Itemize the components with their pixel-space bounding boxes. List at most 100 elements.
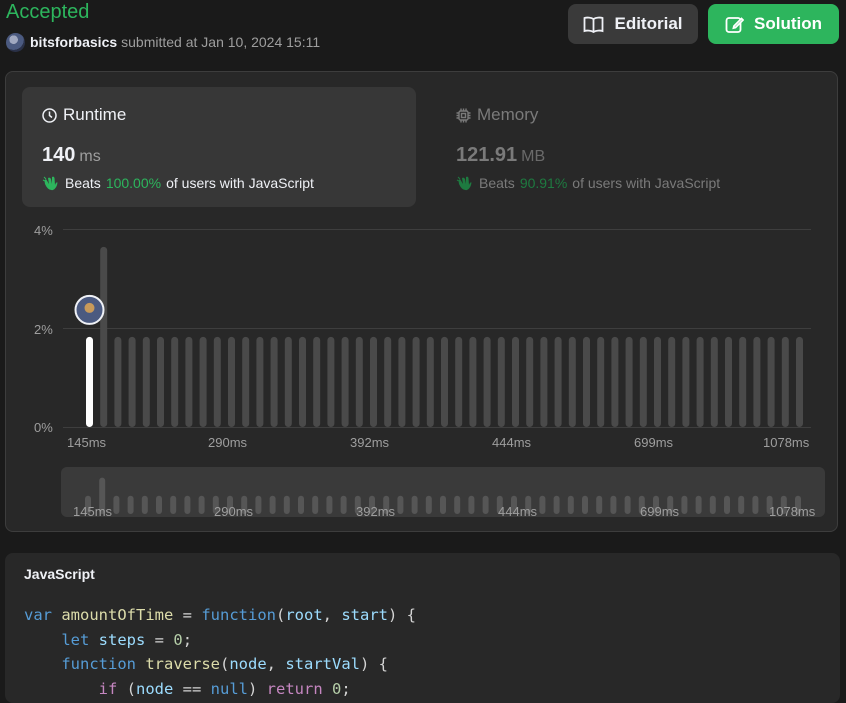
chart-bar[interactable]	[157, 336, 164, 427]
chart-bar[interactable]	[654, 336, 661, 427]
chart-bar[interactable]	[313, 336, 321, 427]
clapping-hands-icon	[456, 176, 472, 191]
solution-button[interactable]: Solution	[708, 4, 839, 44]
chart-bar[interactable]	[171, 336, 179, 427]
chart-bar[interactable]	[568, 336, 576, 427]
chart-range-navigator[interactable]: 145ms 290ms 392ms 444ms 699ms 1078ms	[61, 467, 825, 517]
mini-chart-bar	[482, 495, 489, 514]
mini-chart-bar	[141, 495, 148, 514]
chart-bar[interactable]	[767, 336, 775, 427]
chart-bar[interactable]	[142, 336, 150, 427]
chart-bar[interactable]	[284, 336, 292, 427]
mini-chart-bar	[454, 495, 461, 514]
chart-bar[interactable]	[270, 336, 278, 427]
chart-bar[interactable]	[412, 336, 420, 427]
chart-bar[interactable]	[682, 336, 690, 427]
chart-bar[interactable]	[696, 336, 704, 427]
editorial-button[interactable]: Editorial	[568, 4, 698, 44]
submitted-text: submitted at Jan 10, 2024 15:11	[121, 34, 321, 50]
mini-chart-bar	[752, 495, 759, 514]
mini-chart-bar	[539, 495, 546, 514]
mini-chart-bar	[283, 495, 290, 514]
submission-info: bitsforbasics submitted at Jan 10, 2024 …	[6, 32, 320, 52]
chart-bar[interactable]	[256, 336, 264, 427]
chart-bar[interactable]	[355, 336, 363, 427]
chart-bar[interactable]	[128, 336, 136, 427]
mini-chart-bar	[567, 495, 574, 514]
mini-chart-bar	[624, 495, 631, 514]
chart-bar[interactable]	[540, 336, 548, 427]
chart-bar[interactable]	[512, 336, 519, 427]
chart-bar[interactable]	[625, 336, 633, 427]
chart-bar[interactable]	[114, 336, 122, 427]
mini-x-tick-label: 392ms	[356, 504, 396, 517]
chart-bar[interactable]	[384, 336, 392, 427]
chart-bar[interactable]	[426, 336, 434, 427]
chart-bar[interactable]	[398, 336, 406, 427]
chart-bar[interactable]	[497, 336, 505, 427]
chart-bar[interactable]	[739, 336, 747, 427]
chart-bar[interactable]	[185, 336, 193, 427]
chart-bar[interactable]	[796, 336, 803, 427]
code-block[interactable]: var amountOfTime = function(root, start)…	[24, 603, 416, 701]
x-tick-label: 444ms	[492, 435, 532, 450]
chart-bar[interactable]	[526, 336, 534, 427]
mini-x-tick-label: 699ms	[640, 504, 680, 517]
x-tick-label: 290ms	[208, 435, 248, 450]
code-language-label: JavaScript	[24, 566, 95, 582]
chart-bar[interactable]	[781, 336, 789, 427]
mini-chart-bar	[440, 495, 446, 514]
chart-bar[interactable]	[483, 336, 491, 427]
chart-bar[interactable]	[441, 336, 448, 427]
chart-bar[interactable]	[213, 336, 221, 427]
mini-chart-bar	[610, 495, 617, 514]
mini-chart-bar	[553, 495, 560, 514]
chart-bar[interactable]	[370, 336, 377, 427]
x-tick-label: 1078ms	[763, 435, 810, 450]
chart-bar[interactable]	[469, 336, 477, 427]
edit-icon	[725, 16, 744, 33]
chart-bar-highlight[interactable]	[86, 336, 93, 427]
mini-chart-bar	[596, 495, 603, 514]
mini-chart-bar	[170, 495, 177, 514]
mini-chart-bar	[411, 495, 418, 514]
chart-bar[interactable]	[341, 336, 349, 427]
mini-chart-bar	[582, 495, 588, 514]
memory-value: 121.91 MB	[456, 144, 546, 166]
mini-chart-bar	[340, 495, 347, 514]
memory-title: Memory	[456, 105, 538, 125]
chart-bar[interactable]	[455, 336, 463, 427]
chart-bar[interactable]	[299, 336, 306, 427]
mini-x-tick-label: 145ms	[73, 504, 113, 517]
user-position-marker[interactable]	[74, 294, 105, 325]
chart-bar[interactable]	[639, 336, 647, 427]
mini-x-tick-label: 290ms	[214, 504, 254, 517]
chart-bar[interactable]	[199, 336, 207, 427]
chart-bar[interactable]	[597, 336, 605, 427]
chart-bar[interactable]	[668, 336, 676, 427]
book-icon	[584, 16, 604, 33]
chart-bar[interactable]	[710, 336, 718, 427]
chart-bar[interactable]	[228, 336, 235, 427]
mini-chart-bar	[127, 495, 134, 514]
x-tick-label: 699ms	[634, 435, 674, 450]
chart-bar[interactable]	[327, 336, 335, 427]
mini-chart-bar	[298, 495, 304, 514]
chart-bar[interactable]	[554, 336, 562, 427]
chart-bar[interactable]	[611, 336, 619, 427]
mini-chart-bar	[681, 495, 688, 514]
chart-bar[interactable]	[753, 336, 761, 427]
chart-bar[interactable]	[242, 336, 250, 427]
mini-chart-bar	[709, 495, 716, 514]
runtime-distribution-chart[interactable]: 4% 2% 0% 145ms 290ms 392ms 444ms 699ms 1…	[6, 222, 839, 452]
username[interactable]: bitsforbasics	[30, 34, 117, 50]
mini-chart-bar	[269, 495, 276, 514]
chart-bar[interactable]	[583, 336, 590, 427]
clapping-hands-icon	[42, 176, 58, 191]
mini-chart-bar	[724, 495, 730, 514]
memory-card[interactable]: Memory 121.91 MB Beats 90.91% of users wi…	[436, 87, 830, 207]
chart-bar[interactable]	[725, 336, 732, 427]
chart-bar[interactable]	[100, 246, 108, 427]
runtime-card[interactable]: Runtime 140 ms Beats 100.00% of users wit…	[22, 87, 416, 207]
avatar[interactable]	[6, 32, 25, 52]
